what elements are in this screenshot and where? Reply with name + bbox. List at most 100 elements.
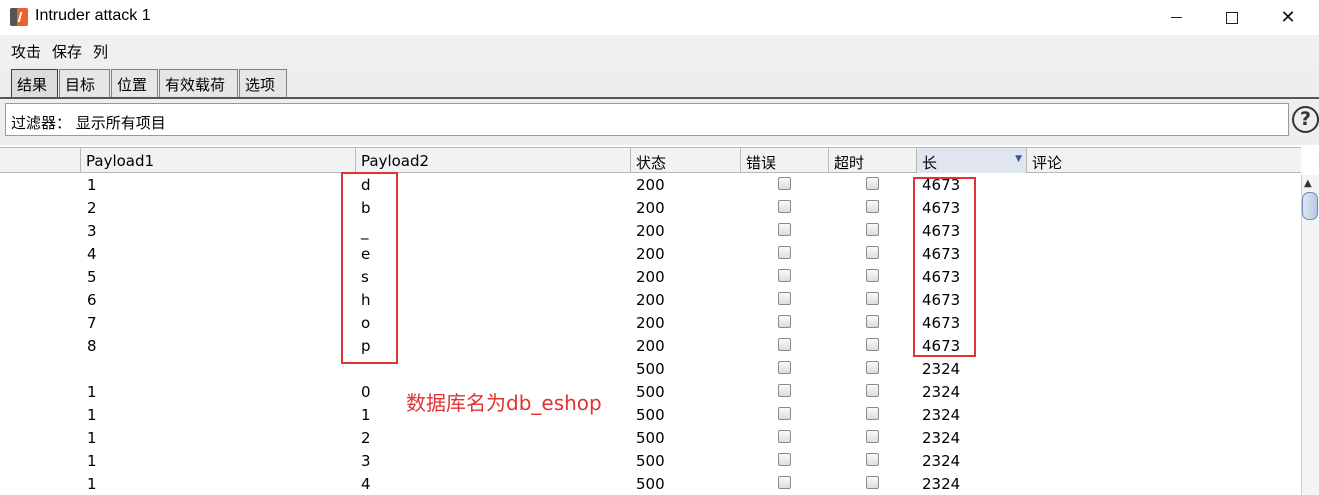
status-cell: 200 — [636, 314, 665, 332]
payload1-cell: 1 — [87, 452, 97, 470]
timeout-checkbox — [866, 292, 879, 305]
table-body: 1 d 200 4673 2 b 200 4673 3 _ 200 4673 4 e 200 4673 5 s 20… — [0, 174, 1301, 495]
length-cell: 2324 — [922, 429, 961, 447]
help-icon[interactable]: ? — [1292, 106, 1319, 133]
timeout-checkbox — [866, 269, 879, 282]
status-cell: 200 — [636, 245, 665, 263]
timeout-checkbox — [866, 200, 879, 213]
burp-app-icon — [10, 8, 28, 26]
table-row[interactable]: 500 2324 — [0, 358, 1301, 381]
length-cell: 2324 — [922, 475, 961, 493]
payload2-cell: 2 — [361, 429, 371, 447]
status-cell: 200 — [636, 222, 665, 240]
status-cell: 200 — [636, 291, 665, 309]
column-comment[interactable]: 评论 — [1027, 148, 1301, 173]
timeout-checkbox — [866, 338, 879, 351]
timeout-checkbox — [866, 407, 879, 420]
scroll-up-icon[interactable]: ▲ — [1304, 178, 1312, 189]
table-row[interactable]: 1 4 500 2324 — [0, 473, 1301, 495]
table-row[interactable]: 5 s 200 4673 — [0, 266, 1301, 289]
timeout-checkbox — [866, 361, 879, 374]
table-row[interactable]: 1 0 500 2324 — [0, 381, 1301, 404]
status-cell: 200 — [636, 268, 665, 286]
table-header: Payload1 Payload2 状态 错误 超时 长 ▼ 评论 — [0, 147, 1301, 173]
status-cell: 500 — [636, 383, 665, 401]
column-length-label: 长 — [922, 154, 938, 172]
timeout-checkbox — [866, 177, 879, 190]
table-row[interactable]: 6 h 200 4673 — [0, 289, 1301, 312]
error-checkbox — [778, 315, 791, 328]
scroll-thumb[interactable] — [1302, 192, 1318, 220]
column-payload1[interactable]: Payload1 — [81, 148, 356, 173]
length-cell: 2324 — [922, 406, 961, 424]
status-cell: 500 — [636, 475, 665, 493]
table-row[interactable]: 4 e 200 4673 — [0, 243, 1301, 266]
minimize-button[interactable] — [1148, 0, 1204, 35]
timeout-checkbox — [866, 384, 879, 397]
table-row[interactable]: 3 _ 200 4673 — [0, 220, 1301, 243]
error-checkbox — [778, 223, 791, 236]
payload1-cell: 8 — [87, 337, 97, 355]
table-row[interactable]: 1 2 500 2324 — [0, 427, 1301, 450]
payload1-cell: 2 — [87, 199, 97, 217]
column-status[interactable]: 状态 — [631, 148, 741, 173]
sort-descending-icon: ▼ — [1015, 154, 1022, 164]
error-checkbox — [778, 292, 791, 305]
vertical-scrollbar[interactable] — [1301, 175, 1319, 495]
menu-bar: 攻击 保存 列 — [0, 35, 1319, 65]
column-length[interactable]: 长 ▼ — [917, 148, 1027, 173]
status-cell: 500 — [636, 360, 665, 378]
timeout-checkbox — [866, 246, 879, 259]
close-button[interactable]: ✕ — [1260, 0, 1316, 35]
length-cell: 2324 — [922, 383, 961, 401]
payload1-cell: 1 — [87, 406, 97, 424]
menu-attack[interactable]: 攻击 — [11, 41, 41, 62]
timeout-checkbox — [866, 476, 879, 489]
payload2-cell: 4 — [361, 475, 371, 493]
table-row[interactable]: 8 p 200 4673 — [0, 335, 1301, 358]
payload2-cell: 0 — [361, 383, 371, 401]
error-checkbox — [778, 407, 791, 420]
window-title: Intruder attack 1 — [35, 7, 151, 24]
payload2-cell: 3 — [361, 452, 371, 470]
timeout-checkbox — [866, 223, 879, 236]
table-row[interactable]: 1 3 500 2324 — [0, 450, 1301, 473]
minimize-icon — [1170, 17, 1182, 18]
payload2-highlight-box — [341, 172, 398, 364]
payload1-cell: 7 — [87, 314, 97, 332]
error-checkbox — [778, 430, 791, 443]
error-checkbox — [778, 361, 791, 374]
length-cell: 2324 — [922, 360, 961, 378]
error-checkbox — [778, 246, 791, 259]
timeout-checkbox — [866, 430, 879, 443]
tab-results[interactable]: 结果 — [11, 69, 58, 97]
table-row[interactable]: 7 o 200 4673 — [0, 312, 1301, 335]
error-checkbox — [778, 338, 791, 351]
payload1-cell: 1 — [87, 176, 97, 194]
table-row[interactable]: 2 b 200 4673 — [0, 197, 1301, 220]
annotation-note: 数据库名为db_eshop — [406, 391, 602, 415]
timeout-checkbox — [866, 453, 879, 466]
menu-save[interactable]: 保存 — [52, 41, 82, 62]
payload1-cell: 6 — [87, 291, 97, 309]
payload1-cell: 1 — [87, 429, 97, 447]
tab-payloads[interactable]: 有效载荷 — [159, 69, 238, 97]
title-bar: Intruder attack 1 ✕ — [0, 0, 1319, 35]
tab-target[interactable]: 目标 — [59, 69, 110, 97]
payload1-cell: 1 — [87, 475, 97, 493]
column-request[interactable] — [0, 148, 81, 173]
tab-positions[interactable]: 位置 — [111, 69, 158, 97]
tab-options[interactable]: 选项 — [239, 69, 287, 97]
table-row[interactable]: 1 d 200 4673 — [0, 174, 1301, 197]
table-row[interactable]: 1 1 500 2324 — [0, 404, 1301, 427]
status-cell: 200 — [636, 199, 665, 217]
length-highlight-box — [913, 177, 976, 357]
filter-input[interactable]: 过滤器： 显示所有项目 — [5, 103, 1289, 136]
close-icon: ✕ — [1280, 7, 1296, 28]
column-timeout[interactable]: 超时 — [829, 148, 917, 173]
column-error[interactable]: 错误 — [741, 148, 829, 173]
maximize-button[interactable] — [1204, 0, 1260, 35]
tab-strip: 结果 目标 位置 有效载荷 选项 — [0, 65, 1319, 99]
column-payload2[interactable]: Payload2 — [356, 148, 631, 173]
menu-columns[interactable]: 列 — [93, 41, 108, 62]
